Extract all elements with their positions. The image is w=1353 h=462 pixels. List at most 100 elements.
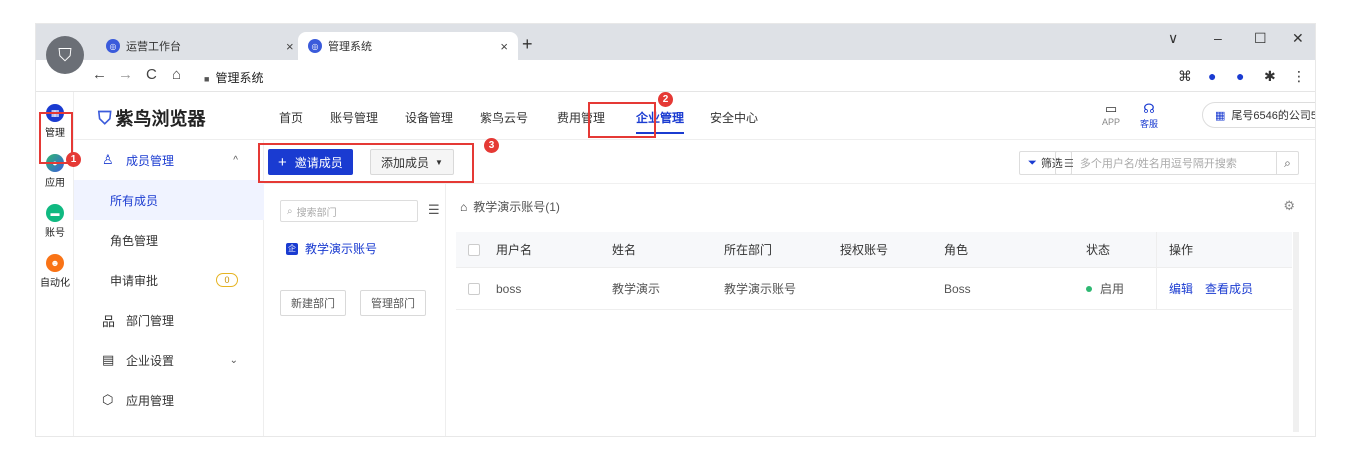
app-favicon-icon: ◎ [106,39,120,53]
view-member-link[interactable]: 查看成员 [1205,280,1253,297]
rail-item-automation[interactable]: ☻ 自动化 [36,254,74,289]
org-chart-icon: 品 [102,313,116,329]
close-tab-icon[interactable]: × [500,39,508,54]
rail-label: 账号 [45,228,65,239]
gear-icon[interactable]: ⚙ [1283,198,1295,214]
reload-button[interactable]: C [146,66,157,83]
nav-accounts[interactable]: 账号管理 [330,109,378,126]
sidebar-item-label: 成员管理 [126,153,175,168]
forward-button[interactable]: → [118,66,133,83]
search-placeholder: 多个用户名/姓名用逗号隔开搜索 [1079,158,1237,170]
table-row: boss 教学演示 教学演示账号 Boss 启用 编辑 查看成员 [456,268,1292,310]
service-label: 客服 [1140,119,1159,129]
sidebar-item-label: 应用管理 [126,393,175,408]
edit-link[interactable]: 编辑 [1169,280,1193,297]
sidebar-item-approvals[interactable]: 申请审批 0 [74,260,264,300]
table-scrollbar[interactable] [1293,232,1299,432]
nav-security[interactable]: 安全中心 [710,109,758,126]
breadcrumb: ⌂ 教学演示账号(1) [460,198,560,215]
lock-icon: ■ [204,74,210,84]
url-text: 管理系统 [215,71,264,85]
dept-search-input[interactable]: ⌕ 搜索部门 [280,200,418,222]
extensions-puzzle-icon[interactable]: ✱ [1264,68,1276,85]
new-tab-button[interactable]: + [522,34,533,55]
tab-management-system[interactable]: ◎ 管理系统 × [298,32,518,60]
tab-label: 管理系统 [328,41,372,53]
col-name: 姓名 [612,243,637,257]
rail-item-accounts[interactable]: ▬ 账号 [36,204,74,239]
customer-service-button[interactable]: ☊ 客服 [1140,101,1158,130]
sidebar-item-roles[interactable]: 角色管理 [74,220,264,260]
tab-bar: ◎ 运营工作台 × ◎ 管理系统 × + ∨ – ☐ ✕ [36,24,1315,60]
select-all-checkbox[interactable] [468,232,480,267]
browser-logo-icon[interactable]: ⛉ [46,36,84,74]
col-operations-label: 操作 [1169,243,1194,257]
building-icon: ⌂ [460,199,468,214]
col-username: 用户名 [496,243,533,257]
tab-label: 运营工作台 [126,41,181,53]
cell-username: boss [496,281,522,296]
dept-tree-item[interactable]: 企 教学演示账号 [286,240,377,257]
app-download-button[interactable]: ▭ APP [1102,101,1120,127]
browser-menu-icon[interactable]: ⋮ [1292,68,1306,85]
app-header: ⛉ 紫鸟浏览器 首页 账号管理 设备管理 紫鸟云号 费用管理 企业管理 安全中心… [74,92,1315,140]
sidebar: ♙ 成员管理 ^ 所有成员 角色管理 申请审批 0 品 部门管理 ▤ 企业设置 … [74,140,264,436]
robot-icon: ☻ [46,254,64,272]
member-search-input[interactable]: ☰ 多个用户名/姓名用逗号隔开搜索 ⌕ [1055,151,1299,175]
tab-search-icon[interactable]: ∨ [1168,30,1178,47]
collapse-menu-icon[interactable]: ☰ [428,202,440,218]
sidebar-item-label: 所有成员 [110,193,159,208]
phone-icon: ▭ [1104,101,1118,116]
sidebar-item-all-members[interactable]: 所有成员 [74,180,264,220]
search-icon[interactable]: ⌕ [1276,152,1298,174]
back-button[interactable]: ← [92,66,107,83]
sidebar-item-departments[interactable]: 品 部门管理 [74,300,264,340]
col-status: 状态 [1086,243,1111,257]
cell-department: 教学演示账号 [724,282,797,296]
search-icon: ⌕ [287,205,293,217]
brand-logo[interactable]: ⛉ 紫鸟浏览器 [98,105,206,131]
pending-count-badge: 0 [216,273,238,287]
col-operations: 操作 [1156,232,1292,267]
brand-name: 紫鸟浏览器 [115,109,206,129]
tab-ops-workbench[interactable]: ◎ 运营工作台 × [96,32,294,60]
sidebar-item-enterprise-settings[interactable]: ▤ 企业设置 ⌄ [74,340,264,380]
close-window-button[interactable]: ✕ [1292,30,1304,47]
ziniao-extension-icon[interactable]: ● [1208,68,1216,84]
sidebar-item-app-management[interactable]: ⬡ 应用管理 [74,380,264,420]
user-icon: ♙ [102,152,114,167]
cube-icon: ⬡ [102,392,114,407]
url-field[interactable]: ■ 管理系统 [204,69,263,86]
col-authorized-accounts: 授权账号 [840,243,889,257]
browser-window: ◎ 运营工作台 × ◎ 管理系统 × + ∨ – ☐ ✕ ⛉ ← → C ⌂ ■… [36,24,1315,436]
address-bar: ← → C ⌂ ■ 管理系统 ⌘ ● ● ✱ ⋮ [36,60,1315,92]
list-icon: ☰ [1064,157,1074,170]
row-checkbox[interactable] [468,268,480,309]
maximize-button[interactable]: ☐ [1254,30,1267,47]
col-department: 所在部门 [724,243,773,257]
settings-doc-icon: ▤ [102,352,115,367]
nav-home[interactable]: 首页 [279,109,303,126]
cell-status: 启用 [1086,268,1124,309]
step-badge-1: 1 [66,152,81,167]
status-text: 启用 [1100,282,1125,296]
manage-dept-button[interactable]: 管理部门 [360,290,426,316]
highlight-box-enterprise [588,102,656,138]
chevron-up-icon: ^ [233,154,238,166]
sidebar-group-members[interactable]: ♙ 成员管理 ^ [74,140,264,180]
minimize-button[interactable]: – [1214,30,1222,46]
nav-cloud-number[interactable]: 紫鸟云号 [480,109,528,126]
account-icon: ▬ [46,204,64,222]
help-extension-icon[interactable]: ● [1236,68,1244,84]
sidebar-item-label: 角色管理 [110,233,159,248]
company-name: 尾号6546的公司5 [1231,110,1315,122]
company-switcher[interactable]: ▦ 尾号6546的公司5 ∨ [1202,102,1315,128]
brand-icon: ⛉ [98,107,112,128]
sidebar-item-label: 企业设置 [126,353,175,368]
home-button[interactable]: ⌂ [172,66,181,83]
nav-devices[interactable]: 设备管理 [405,109,453,126]
col-role: 角色 [944,243,969,257]
translate-extension-icon[interactable]: ⌘ [1178,68,1192,85]
cell-operations: 编辑 查看成员 [1156,268,1292,309]
new-dept-button[interactable]: 新建部门 [280,290,346,316]
